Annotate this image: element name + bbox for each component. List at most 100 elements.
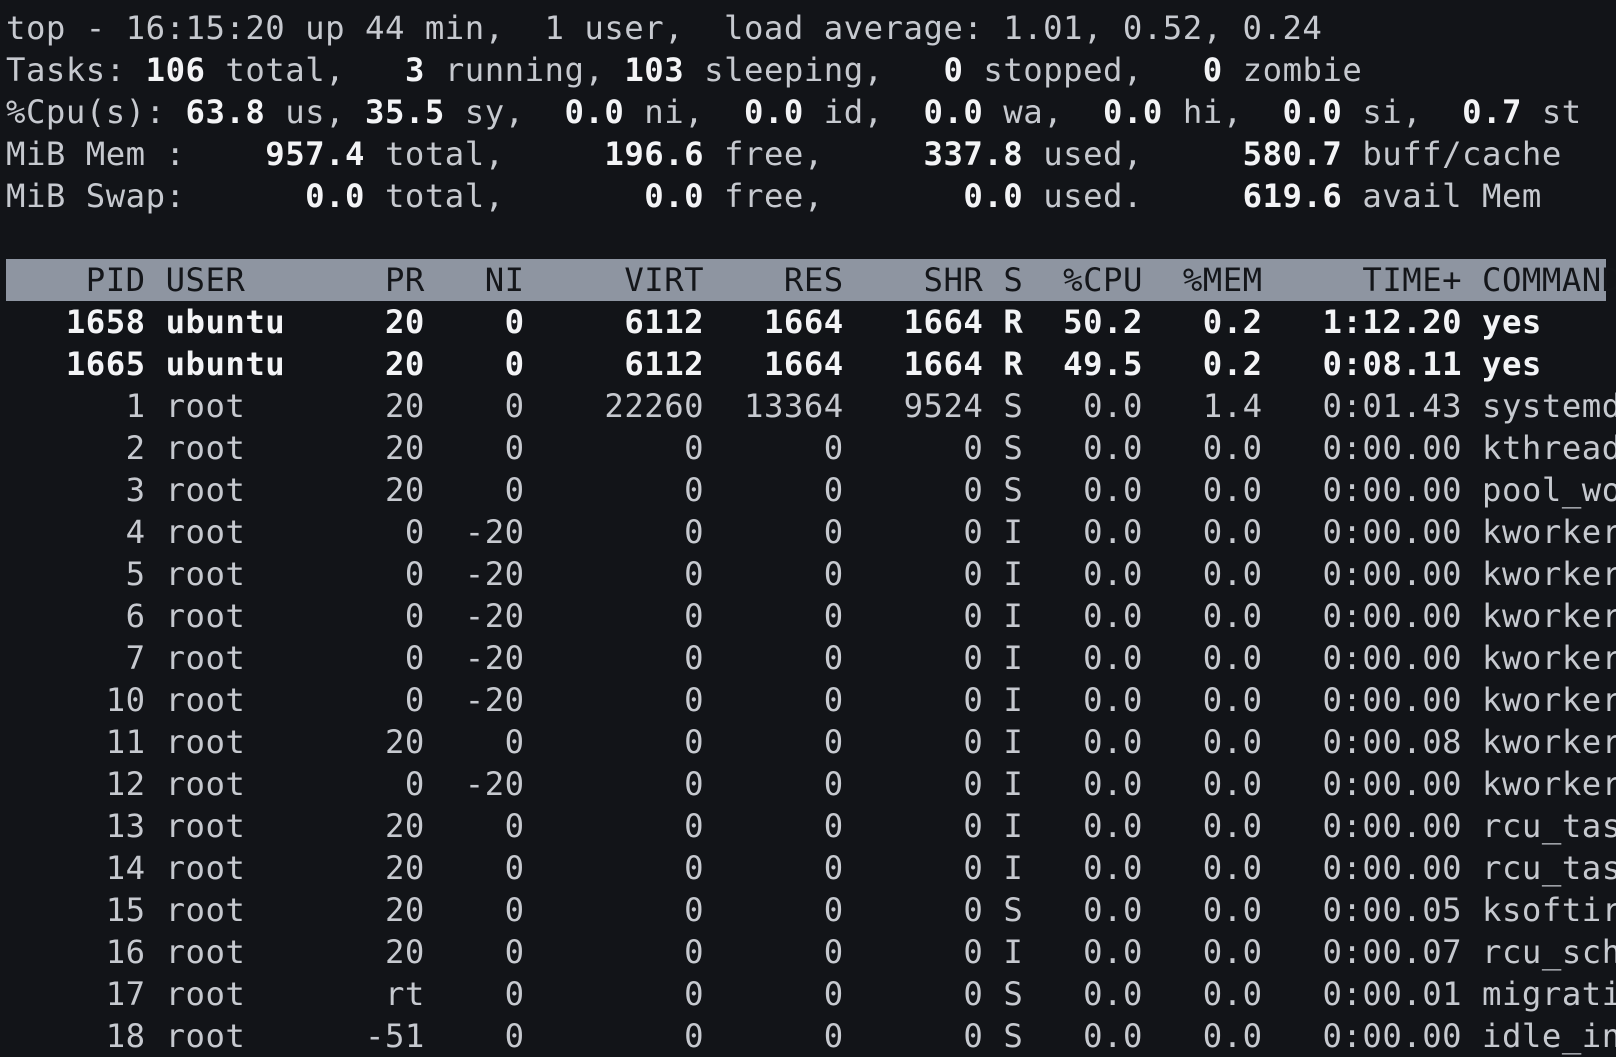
cell-state: I [1003,723,1024,761]
cell-shr: 9524 [863,387,984,425]
cell-shr: 0 [863,765,984,803]
column-header-state: S [1003,261,1024,299]
process-row[interactable]: 2 root 20 0 0 0 0 S 0.0 0.0 0:00.00 kthr… [6,427,1616,469]
cell-time: 0:00.00 [1282,681,1463,719]
cell-time: 0:00.00 [1282,429,1463,467]
swap-total: 0.0 [305,177,366,215]
cell-cpu: 0.0 [1043,639,1143,677]
cell-pid: 15 [6,891,146,929]
cell-mem: 0.0 [1162,471,1263,509]
process-row[interactable]: 12 root 0 -20 0 0 0 I 0.0 0.0 0:00.00 kw… [6,763,1616,805]
cell-cpu: 0.0 [1043,681,1143,719]
tasks-label: Tasks: [6,51,126,89]
cell-command: ksoftir+ [1482,891,1616,929]
cpu-si: 0.0 [1282,93,1343,131]
process-row[interactable]: 5 root 0 -20 0 0 0 I 0.0 0.0 0:00.00 kwo… [6,553,1616,595]
tasks-running: 3 [404,51,425,89]
cell-ni: 0 [444,471,525,509]
cell-virt: 0 [544,639,705,677]
process-table-body: 1658 ubuntu 20 0 6112 1664 1664 R 50.2 0… [0,301,1616,1057]
cell-state: S [1003,975,1024,1013]
cell-mem: 0.0 [1162,807,1263,845]
process-row[interactable]: 14 root 20 0 0 0 0 I 0.0 0.0 0:00.00 rcu… [6,847,1616,889]
process-row[interactable]: 10 root 0 -20 0 0 0 I 0.0 0.0 0:00.00 kw… [6,679,1616,721]
terminal-window[interactable]: top - 16:15:20 up 44 min, 1 user, load a… [0,0,1616,1057]
cpu-us-label: us, [265,93,346,131]
cell-pid: 17 [6,975,146,1013]
cell-pid: 4 [6,513,146,551]
cell-time: 0:00.08 [1282,723,1463,761]
cell-cpu: 0.0 [1043,975,1143,1013]
column-header-user: USER [165,261,346,299]
cell-virt: 0 [544,555,705,593]
mem-used: 337.8 [923,135,1024,173]
tasks-sleeping: 103 [624,51,685,89]
cell-pid: 1658 [6,303,146,341]
cell-ni: 0 [444,1017,525,1055]
cell-state: S [1003,891,1024,929]
tasks-running-label: running, [424,51,605,89]
cell-user: root [165,975,346,1013]
cell-pr: 20 [345,849,425,887]
cpu-hi-label: hi, [1162,93,1243,131]
cell-time: 0:00.00 [1282,597,1463,635]
process-row[interactable]: 18 root -51 0 0 0 0 S 0.0 0.0 0:00.00 id… [6,1015,1616,1057]
cell-pr: 0 [345,555,425,593]
column-header-time: TIME+ [1282,261,1463,299]
cell-mem: 0.0 [1162,555,1263,593]
cell-pid: 13 [6,807,146,845]
cell-shr: 0 [863,681,984,719]
cell-pr: 20 [345,933,425,971]
process-row[interactable]: 15 root 20 0 0 0 0 S 0.0 0.0 0:00.05 kso… [6,889,1616,931]
process-row[interactable]: 17 root rt 0 0 0 0 S 0.0 0.0 0:00.01 mig… [6,973,1616,1015]
cell-state: S [1003,429,1024,467]
process-row[interactable]: 11 root 20 0 0 0 0 I 0.0 0.0 0:00.08 kwo… [6,721,1616,763]
cell-command: rcu_sch+ [1482,933,1616,971]
swap-line: MiB Swap: 0.0 total, 0.0 free, 0.0 used.… [6,175,1616,217]
cell-cpu: 0.0 [1043,849,1143,887]
cpu-sy-label: sy, [444,93,525,131]
cell-user: root [165,723,346,761]
cell-pr: 20 [345,345,425,383]
cell-command: kthreadd [1482,429,1616,467]
cell-cpu: 0.0 [1043,429,1143,467]
process-row[interactable]: 1665 ubuntu 20 0 6112 1664 1664 R 49.5 0… [6,343,1616,385]
cell-ni: -20 [444,597,525,635]
process-row[interactable]: 6 root 0 -20 0 0 0 I 0.0 0.0 0:00.00 kwo… [6,595,1616,637]
mem-free: 196.6 [604,135,705,173]
mem-total: 957.4 [265,135,366,173]
cell-cpu: 0.0 [1043,1017,1143,1055]
cell-state: I [1003,807,1024,845]
process-row[interactable]: 1 root 20 0 22260 13364 9524 S 0.0 1.4 0… [6,385,1616,427]
cell-time: 0:00.00 [1282,555,1463,593]
process-row[interactable]: 13 root 20 0 0 0 0 I 0.0 0.0 0:00.00 rcu… [6,805,1616,847]
cell-state: I [1003,639,1024,677]
process-row[interactable]: 1658 ubuntu 20 0 6112 1664 1664 R 50.2 0… [6,301,1616,343]
cell-command: kworker+ [1482,555,1616,593]
cell-pr: 20 [345,429,425,467]
cell-command: kworker+ [1482,513,1616,551]
process-row[interactable]: 7 root 0 -20 0 0 0 I 0.0 0.0 0:00.00 kwo… [6,637,1616,679]
cell-user: root [165,933,346,971]
cpu-id: 0.0 [744,93,804,131]
cpu-label: %Cpu(s): [6,93,166,131]
cell-res: 1664 [724,345,844,383]
cpu-ni: 0.0 [564,93,625,131]
cell-res: 0 [724,597,844,635]
cell-virt: 0 [544,1017,705,1055]
cell-shr: 0 [863,1017,984,1055]
process-row[interactable]: 4 root 0 -20 0 0 0 I 0.0 0.0 0:00.00 kwo… [6,511,1616,553]
cell-pid: 3 [6,471,146,509]
process-row[interactable]: 16 root 20 0 0 0 0 I 0.0 0.0 0:00.07 rcu… [6,931,1616,973]
process-row[interactable]: 3 root 20 0 0 0 0 S 0.0 0.0 0:00.00 pool… [6,469,1616,511]
cell-user: ubuntu [165,303,346,341]
cell-pid: 6 [6,597,146,635]
cell-res: 0 [724,555,844,593]
cell-user: root [165,639,346,677]
column-header-pr: PR [345,261,425,299]
cell-virt: 0 [544,471,705,509]
cell-mem: 0.0 [1162,765,1263,803]
swap-total-label: total, [365,177,505,215]
cpu-hi: 0.0 [1103,93,1163,131]
